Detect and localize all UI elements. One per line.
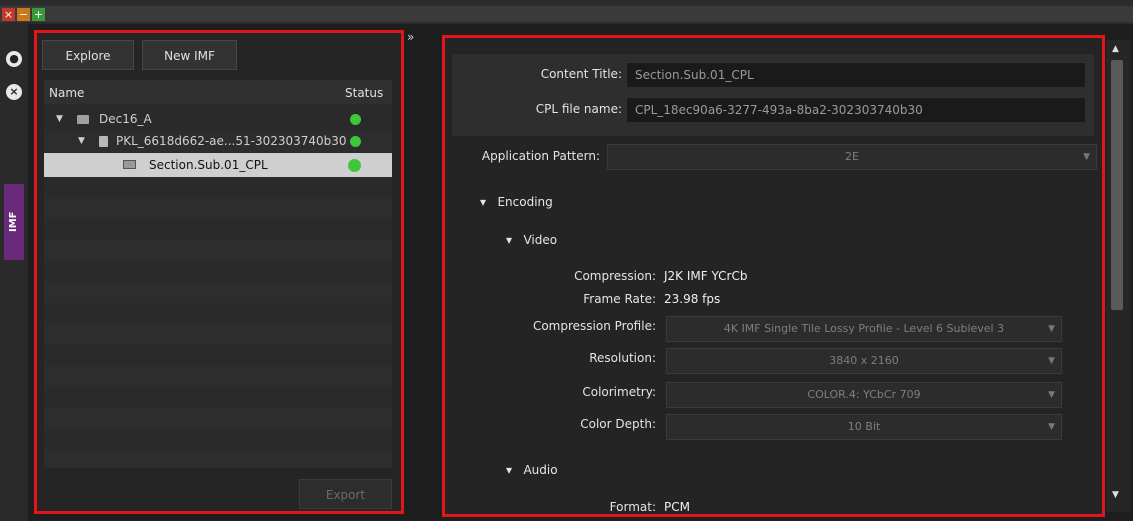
colorimetry-value: COLOR.4: YCbCr 709 [807, 388, 921, 401]
compression-profile-value: 4K IMF Single Tile Lossy Profile - Level… [723, 322, 1005, 335]
cpl-file-name-input[interactable]: CPL_18ec90a6-3277-493a-8ba2-302303740b30 [626, 97, 1086, 123]
resolution-select[interactable]: 3840 x 2160 ▼ [666, 348, 1062, 374]
chevron-down-icon: ▼ [1048, 356, 1055, 366]
scroll-up-icon[interactable]: ▲ [1112, 44, 1119, 54]
tree-row-cpl-selected[interactable]: Section.Sub.01_CPL [44, 153, 392, 177]
application-pattern-label: Application Pattern: [481, 149, 600, 163]
content-title-input[interactable]: Section.Sub.01_CPL [626, 62, 1086, 88]
empty-row [44, 366, 392, 387]
frame-rate-label: Frame Rate: [583, 292, 656, 306]
chevron-down-icon: ▼ [1083, 152, 1090, 162]
empty-row [44, 282, 392, 303]
cpl-icon [123, 160, 136, 169]
color-depth-label: Color Depth: [580, 417, 656, 431]
format-label: Format: [609, 500, 656, 514]
column-header-name[interactable]: Name [49, 86, 84, 100]
color-depth-value: 10 Bit [847, 420, 881, 433]
title-box: Content Title: Section.Sub.01_CPL CPL fi… [452, 54, 1094, 136]
column-header-status[interactable]: Status [345, 86, 383, 100]
package-tree: Name Status ▼ Dec16_A ▼ PKL_6618d662-ae.… [44, 80, 392, 468]
chevron-down-icon: ▼ [1048, 324, 1055, 334]
tree-row-label: Section.Sub.01_CPL [149, 158, 268, 172]
tree-row-pkl[interactable]: ▼ PKL_6618d662-ae...51-302303740b30 [44, 131, 392, 152]
scroll-down-icon[interactable]: ▼ [1112, 490, 1119, 500]
imf-tab[interactable]: IMF [4, 184, 24, 260]
application-pattern-value: 2E [845, 150, 859, 163]
cpl-file-name-label: CPL file name: [535, 102, 622, 116]
close-window-icon[interactable]: × [2, 8, 15, 21]
compression-profile-label: Compression Profile: [532, 319, 656, 333]
empty-row [44, 450, 392, 468]
empty-row [44, 198, 392, 219]
tree-header: Name Status [44, 80, 392, 104]
top-band [0, 6, 1133, 22]
compression-label: Compression: [574, 269, 656, 283]
collapse-arrows-icon[interactable]: » [407, 30, 414, 44]
record-icon[interactable]: ● [6, 51, 22, 67]
empty-row [44, 408, 392, 429]
minimize-window-icon[interactable]: − [17, 8, 30, 21]
expand-triangle-icon[interactable]: ▼ [56, 114, 63, 124]
right-panel: Content Title: Section.Sub.01_CPL CPL fi… [444, 36, 1104, 516]
export-button[interactable]: Export [299, 479, 392, 509]
empty-row [44, 240, 392, 261]
chevron-down-icon: ▼ [1048, 422, 1055, 432]
scroll-thumb[interactable] [1111, 60, 1123, 310]
empty-row [44, 324, 392, 345]
color-depth-select[interactable]: 10 Bit ▼ [666, 414, 1062, 440]
colorimetry-label: Colorimetry: [582, 385, 656, 399]
encoding-label: Encoding [497, 195, 553, 209]
tree-row-dec16[interactable]: ▼ Dec16_A [44, 109, 392, 130]
audio-section-toggle[interactable]: ▾ Audio [506, 463, 558, 477]
status-ok-icon [350, 114, 361, 125]
left-panel: Explore New IMF Name Status ▼ Dec16_A ▼ … [34, 30, 404, 513]
tree-row-label: PKL_6618d662-ae...51-302303740b30 [116, 134, 347, 148]
encoding-section-toggle[interactable]: ▾ Encoding [480, 195, 553, 209]
video-label: Video [523, 233, 558, 247]
package-file-icon [99, 136, 108, 147]
folder-icon [77, 115, 89, 124]
chevron-down-icon: ▼ [1048, 390, 1055, 400]
compression-profile-select[interactable]: 4K IMF Single Tile Lossy Profile - Level… [666, 316, 1062, 342]
frame-rate-value: 23.98 fps [664, 292, 721, 306]
left-tool-strip: ● × IMF [0, 24, 28, 521]
colorimetry-select[interactable]: COLOR.4: YCbCr 709 ▼ [666, 382, 1062, 408]
expand-triangle-icon[interactable]: ▼ [78, 136, 85, 146]
status-ok-icon [348, 159, 361, 172]
close-circle-icon[interactable]: × [6, 84, 22, 100]
compression-value: J2K IMF YCrCb [664, 269, 748, 283]
application-pattern-select[interactable]: 2E ▼ [607, 144, 1097, 170]
vertical-scrollbar[interactable]: ▲ ▼ [1106, 40, 1130, 512]
tree-row-label: Dec16_A [99, 112, 152, 126]
status-ok-icon [350, 136, 361, 147]
maximize-window-icon[interactable]: + [32, 8, 45, 21]
format-value: PCM [664, 500, 690, 514]
resolution-label: Resolution: [589, 351, 656, 365]
video-section-toggle[interactable]: ▾ Video [506, 233, 557, 247]
new-imf-button[interactable]: New IMF [142, 40, 237, 70]
window-top-bar: × − + [0, 0, 1133, 24]
audio-label: Audio [523, 463, 558, 477]
resolution-value: 3840 x 2160 [829, 354, 899, 367]
explore-button[interactable]: Explore [42, 40, 134, 70]
content-title-label: Content Title: [540, 67, 622, 81]
